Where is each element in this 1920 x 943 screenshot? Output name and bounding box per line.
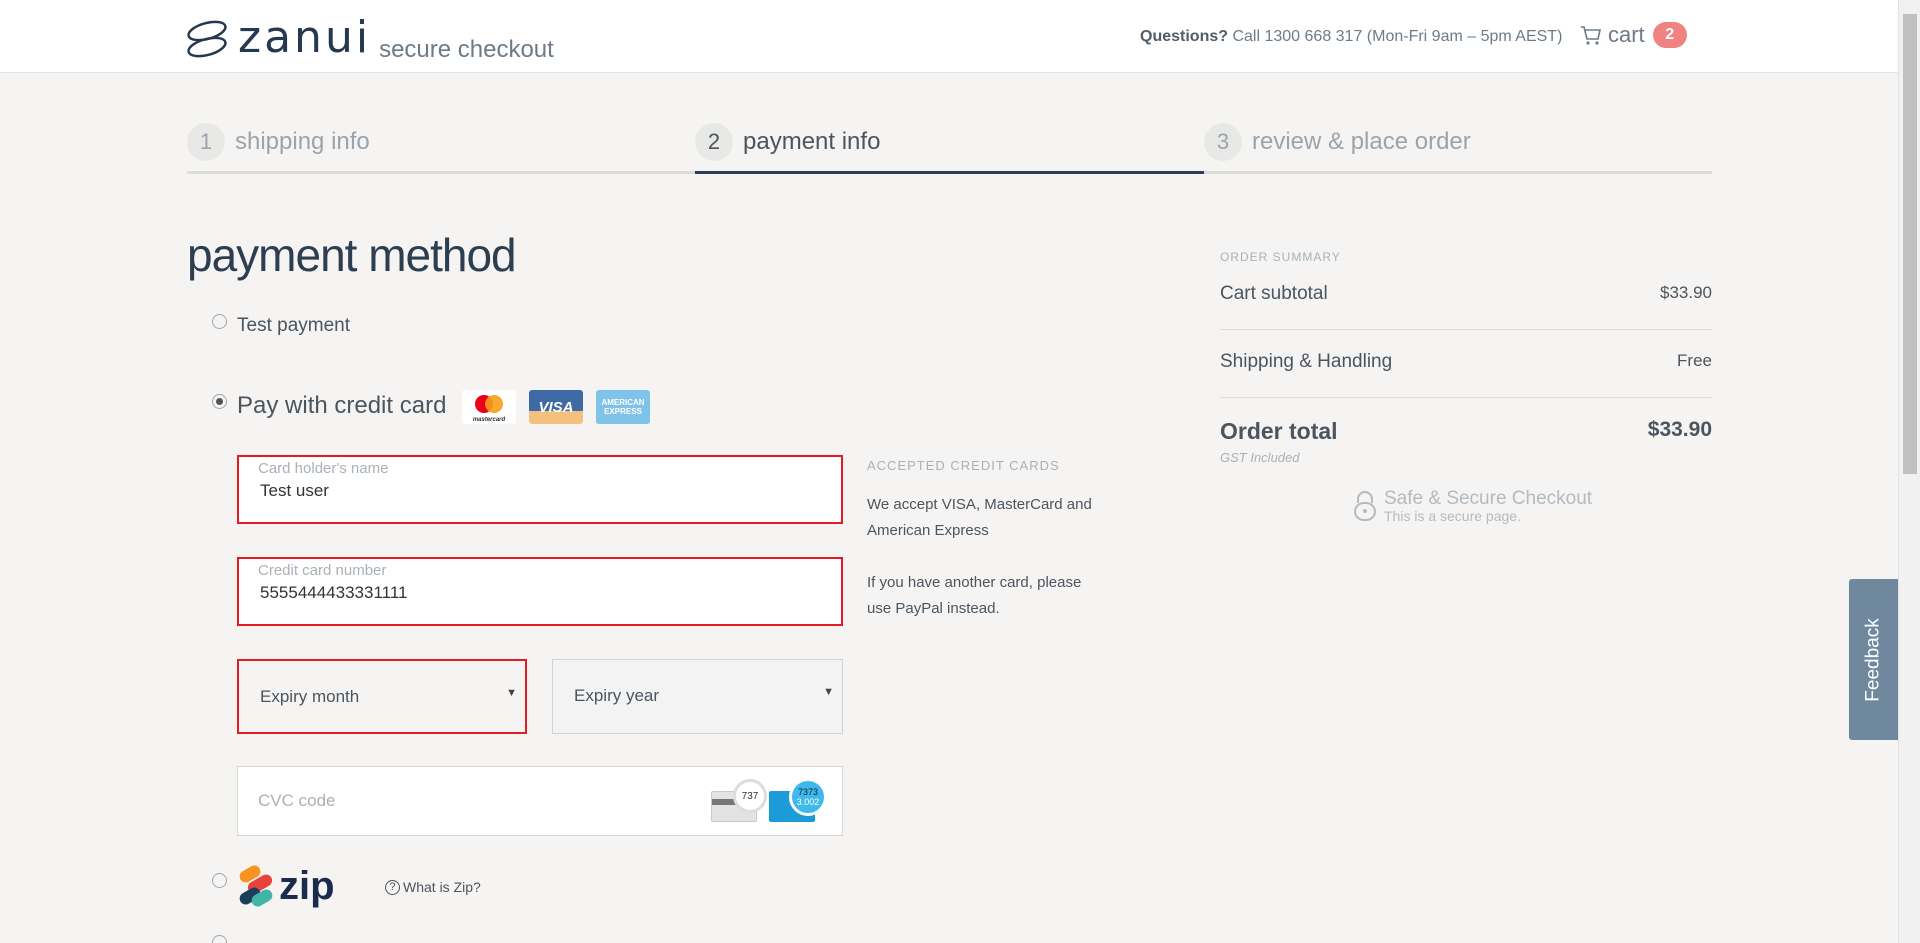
card-holder-name-field[interactable]: Card holder's name Test user: [237, 455, 843, 524]
step-label: shipping info: [235, 128, 370, 155]
questions-label: Questions?: [1140, 28, 1229, 45]
expiry-month-select[interactable]: Expiry month ▼: [237, 659, 527, 734]
cvc-code-field[interactable]: CVC code 737 7373 3.002: [237, 766, 843, 836]
scrollbar-thumb[interactable]: [1903, 14, 1917, 474]
mastercard-icon: mastercard: [473, 395, 506, 423]
test-payment-radio[interactable]: [212, 314, 227, 329]
next-payment-radio[interactable]: [212, 935, 227, 943]
chevron-down-icon: ▼: [506, 687, 517, 699]
step-number: 3: [1204, 123, 1242, 161]
logo-subtitle: secure checkout: [379, 36, 554, 63]
page-title: payment method: [187, 229, 517, 281]
gst-note: GST Included: [1220, 450, 1300, 465]
test-payment-label[interactable]: Test payment: [237, 315, 350, 337]
logo-text: zanui: [238, 12, 372, 63]
cvc-code-placeholder: CVC code: [258, 791, 336, 810]
mastercard-logo: mastercard: [462, 390, 516, 424]
accepted-cards-text: We accept VISA, MasterCard and American …: [867, 496, 1092, 539]
secure-subtitle: This is a secure page.: [1384, 508, 1521, 524]
cart-subtotal-row: Cart subtotal $33.90: [1220, 283, 1712, 305]
order-total-value: $33.90: [1647, 418, 1712, 441]
other-card-text: If you have another card, please use Pay…: [867, 574, 1082, 617]
cart-link[interactable]: cart 2: [1580, 22, 1687, 48]
step-label: review & place order: [1252, 128, 1471, 155]
cart-icon: [1581, 26, 1601, 45]
divider: [1220, 329, 1712, 330]
step-review-place-order[interactable]: 3 review & place order: [1204, 122, 1471, 162]
header: zanui secure checkout Questions? Call 13…: [0, 0, 1898, 73]
cart-label: cart: [1608, 22, 1645, 47]
what-is-zip-label: What is Zip?: [403, 879, 481, 895]
secure-title: Safe & Secure Checkout: [1384, 488, 1593, 509]
step-label: payment info: [743, 128, 881, 155]
question-icon: ?: [385, 879, 400, 895]
cart-subtotal-label: Cart subtotal: [1220, 283, 1328, 304]
zanui-logo-icon: [187, 20, 227, 58]
feedback-label: Feedback: [1862, 617, 1884, 702]
visa-text: VISA: [538, 398, 574, 416]
divider: [1220, 397, 1712, 398]
cvc-badge-4digit-sub: 3.002: [796, 797, 820, 807]
expiry-year-select[interactable]: Expiry year ▼: [552, 659, 843, 734]
order-total-row: Order total $33.90: [1220, 418, 1712, 445]
cvc-badge-4digit-value: 7373: [797, 787, 819, 797]
credit-card-radio[interactable]: [212, 394, 227, 409]
cvc-badge-4digit: 7373 3.002: [789, 778, 827, 816]
expiry-month-value: Expiry month: [260, 687, 360, 706]
active-step-indicator: [695, 171, 1204, 174]
cart-subtotal-value: $33.90: [1660, 283, 1712, 302]
step-payment-info[interactable]: 2 payment info: [695, 122, 880, 162]
step-shipping-info[interactable]: 1 shipping info: [187, 122, 370, 162]
amex-text: AMERICAN EXPRESS: [601, 398, 645, 416]
step-number: 1: [187, 123, 225, 161]
visa-logo: VISA: [529, 390, 583, 424]
what-is-zip-link[interactable]: ? What is Zip?: [385, 879, 481, 895]
shipping-label: Shipping & Handling: [1220, 351, 1393, 372]
order-summary-heading: ORDER SUMMARY: [1220, 250, 1341, 264]
step-number: 2: [695, 123, 733, 161]
feedback-tab[interactable]: Feedback: [1849, 579, 1898, 740]
cart-count-badge: 2: [1652, 22, 1687, 48]
order-total-label: Order total: [1220, 418, 1338, 444]
expiry-year-value: Expiry year: [574, 686, 660, 705]
amex-logo: AMERICAN EXPRESS: [596, 390, 650, 424]
zip-radio[interactable]: [212, 873, 227, 888]
checkout-steps: 1 shipping info 2 payment info 3 review …: [187, 122, 1712, 174]
logo[interactable]: zanui secure checkout: [186, 12, 554, 63]
phone-info: Call 1300 668 317 (Mon-Fri 9am – 5pm AES…: [1232, 28, 1563, 45]
zip-logo-text: zip: [279, 864, 335, 908]
mastercard-text: mastercard: [473, 417, 506, 423]
credit-card-number-label: Credit card number: [258, 562, 387, 579]
credit-card-label[interactable]: Pay with credit card: [237, 392, 446, 420]
shipping-row: Shipping & Handling Free: [1220, 351, 1712, 373]
cvc-badge-3digit: 737: [733, 779, 767, 813]
questions-text: Questions? Call 1300 668 317 (Mon-Fri 9a…: [1140, 28, 1562, 46]
credit-card-number-field[interactable]: Credit card number 5555444433331111: [237, 557, 843, 626]
page-scrollbar[interactable]: [1898, 0, 1920, 943]
lock-icon: [1354, 491, 1376, 521]
zip-logo-icon: [239, 865, 273, 907]
shipping-value: Free: [1677, 351, 1712, 370]
chevron-down-icon: ▼: [823, 686, 834, 698]
credit-card-number-value[interactable]: 5555444433331111: [260, 583, 408, 603]
card-holder-name-label: Card holder's name: [258, 460, 389, 477]
accepted-cards-heading: ACCEPTED CREDIT CARDS: [867, 458, 1060, 473]
secure-checkout-badge: Safe & Secure Checkout This is a secure …: [1352, 488, 1592, 524]
zip-logo: zip: [237, 864, 335, 908]
card-holder-name-value[interactable]: Test user: [260, 481, 329, 501]
